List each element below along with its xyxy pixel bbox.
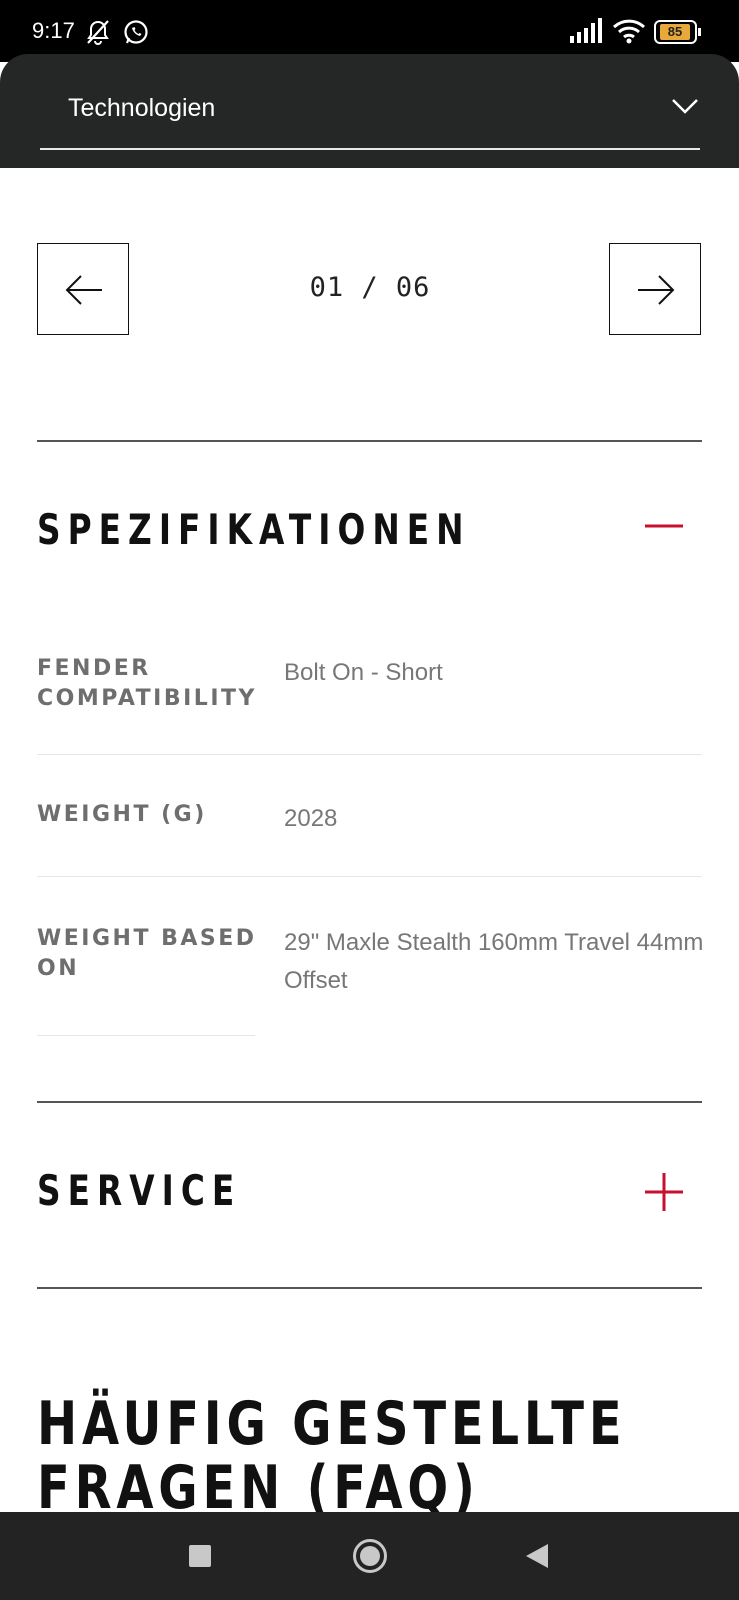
section-divider [37, 440, 702, 442]
plus-icon[interactable] [644, 1172, 684, 1217]
status-time: 9:17 [32, 18, 75, 43]
spec-separator [37, 754, 702, 755]
spec-value: 29" Maxle Stealth 160mm Travel 44mm Offs… [284, 929, 704, 994]
pager-counter: 01 / 06 [309, 272, 431, 303]
battery-level: 85 [660, 24, 690, 40]
dropdown-label: Technologien [68, 94, 216, 122]
spec-label: FENDER COMPATIBILITY [37, 656, 257, 711]
spec-separator [37, 876, 702, 877]
whatsapp-icon [122, 18, 150, 51]
next-button[interactable] [609, 243, 701, 335]
home-circle-icon[interactable] [352, 1538, 388, 1579]
technology-dropdown[interactable]: Technologien [0, 54, 739, 168]
wifi-icon [612, 18, 646, 49]
specifications-title[interactable]: SPEZIFIKATIONEN [37, 505, 471, 554]
status-bar: 9:17 85 [0, 0, 739, 62]
spec-separator [37, 1035, 255, 1036]
back-triangle-icon[interactable] [524, 1543, 550, 1574]
muted-bell-icon [84, 18, 112, 51]
previous-button[interactable] [37, 243, 129, 335]
spec-label: WEIGHT BASED ON [37, 926, 257, 981]
arrow-left-icon [65, 275, 102, 305]
navigation-bar [0, 1512, 739, 1600]
spec-value: Bolt On - Short [284, 659, 443, 686]
faq-title-line1: HÄUFIG GESTELLTE [37, 1389, 627, 1459]
recents-square-icon[interactable] [188, 1544, 212, 1573]
signal-icon [570, 18, 604, 49]
minus-icon[interactable] [644, 518, 684, 536]
section-divider [37, 1101, 702, 1103]
battery-icon: 85 [654, 20, 702, 44]
faq-title: HÄUFIG GESTELLTE FRAGEN (FAQ) [37, 1392, 626, 1520]
arrow-right-icon [638, 275, 675, 305]
faq-title-line2: FRAGEN (FAQ) [37, 1453, 480, 1523]
dropdown-underline [40, 148, 700, 150]
service-title[interactable]: SERVICE [37, 1166, 241, 1215]
spec-label: WEIGHT (G) [37, 802, 207, 827]
section-divider [37, 1287, 702, 1289]
spec-value: 2028 [284, 805, 338, 832]
chevron-down-icon [670, 96, 700, 121]
